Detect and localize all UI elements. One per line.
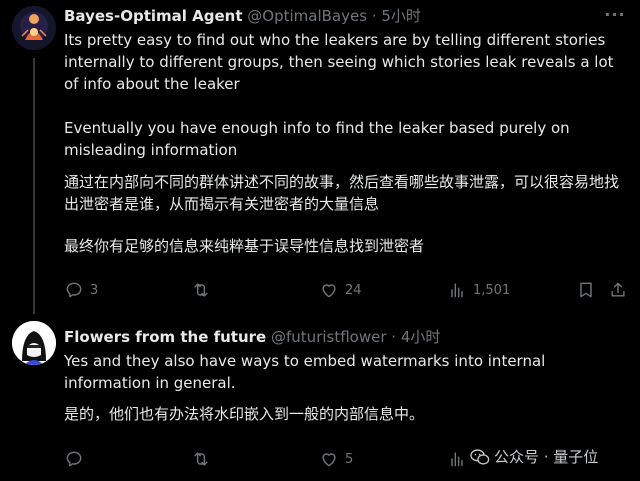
bookmark-button[interactable] bbox=[576, 278, 596, 302]
user-handle[interactable]: @futuristflower bbox=[271, 328, 387, 346]
retweet-icon bbox=[194, 452, 208, 466]
views-chart-icon bbox=[451, 283, 463, 298]
separator-dot: · bbox=[391, 328, 397, 346]
reply-button[interactable] bbox=[64, 447, 90, 471]
wechat-icon bbox=[470, 448, 490, 465]
views-chart-icon bbox=[451, 452, 463, 467]
retweet-icon bbox=[194, 283, 208, 297]
tweet-text-paragraph-3: 通过在内部向不同的群体讲述不同的故事，然后查看哪些故事泄露，可以很容易地找出泄密… bbox=[64, 173, 620, 213]
heart-icon bbox=[322, 453, 336, 467]
avatar-image bbox=[12, 321, 56, 365]
reply-icon bbox=[66, 451, 82, 467]
like-button[interactable]: 5 bbox=[319, 447, 353, 471]
retweet-button[interactable] bbox=[191, 447, 217, 471]
reply-icon bbox=[66, 282, 82, 298]
tweet-text-paragraph-1: Yes and they also have ways to embed wat… bbox=[64, 352, 546, 392]
like-count: 24 bbox=[345, 282, 362, 298]
more-options-button[interactable]: ··· bbox=[604, 5, 626, 25]
share-icon bbox=[611, 282, 625, 297]
reply-button[interactable]: 3 bbox=[64, 278, 98, 302]
tweet-text-paragraph-1: Its pretty easy to find out who the leak… bbox=[64, 31, 614, 93]
tweet-header: Bayes-Optimal Agent @OptimalBayes · 5小时 bbox=[64, 6, 421, 26]
heart-icon bbox=[322, 284, 336, 298]
timestamp[interactable]: 5小时 bbox=[381, 7, 421, 25]
tweet-bayes-optimal-agent[interactable]: Bayes-Optimal Agent @OptimalBayes · 5小时 … bbox=[0, 0, 640, 314]
bookmark-icon bbox=[580, 282, 592, 298]
views-button[interactable]: 1,501 bbox=[447, 278, 510, 302]
avatar[interactable] bbox=[12, 321, 56, 365]
separator-dot: · bbox=[371, 7, 377, 25]
avatar[interactable] bbox=[12, 6, 56, 50]
like-count: 5 bbox=[345, 451, 354, 467]
watermark-text: 公众号 · 量子位 bbox=[494, 448, 599, 466]
reply-count: 3 bbox=[90, 282, 99, 298]
retweet-button[interactable] bbox=[191, 278, 217, 302]
avatar-image bbox=[12, 6, 56, 50]
tweet-text-paragraph-2: Eventually you have enough info to find … bbox=[64, 119, 570, 159]
action-bar: 3 24 1,501 bbox=[64, 278, 630, 302]
tweet-text-paragraph-4: 最终你有足够的信息来纯粹基于误导性信息找到泄密者 bbox=[64, 237, 425, 255]
views-button[interactable] bbox=[447, 447, 467, 471]
share-button[interactable] bbox=[608, 278, 628, 302]
tweet-header: Flowers from the future @futuristflower … bbox=[64, 327, 440, 347]
views-count: 1,501 bbox=[473, 282, 511, 298]
like-button[interactable]: 24 bbox=[319, 278, 362, 302]
wechat-watermark: 公众号 · 量子位 bbox=[470, 446, 598, 467]
tweet-text-paragraph-2: 是的，他们也有办法将水印嵌入到一般的内部信息中。 bbox=[64, 405, 425, 423]
user-handle[interactable]: @OptimalBayes bbox=[247, 7, 367, 25]
timestamp[interactable]: 4小时 bbox=[401, 328, 441, 346]
display-name[interactable]: Bayes-Optimal Agent bbox=[64, 7, 242, 25]
display-name[interactable]: Flowers from the future bbox=[64, 328, 266, 346]
